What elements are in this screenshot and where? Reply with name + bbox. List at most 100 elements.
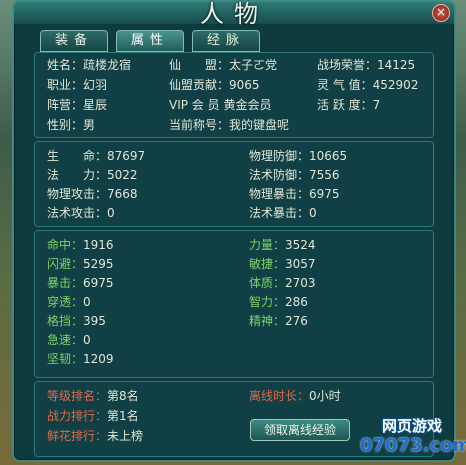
strength-value: 3524: [285, 238, 316, 252]
hp-value: 87697: [107, 149, 146, 163]
current-title-label: 当前称号：: [169, 118, 230, 132]
active-label: 活 跃 度：: [317, 98, 373, 112]
job-value: 幻羽: [83, 78, 108, 92]
agility-value: 3057: [285, 257, 316, 271]
crit-label: 暴击：: [47, 276, 84, 290]
close-button[interactable]: ×: [432, 4, 450, 22]
patk-row: 物理攻击：7668: [47, 186, 138, 202]
mcrit-value: 0: [309, 206, 317, 220]
toughness-value: 1209: [83, 352, 114, 366]
crit-row: 暴击：6975: [47, 275, 114, 291]
watermark-text-top: 网页游戏: [381, 417, 442, 435]
haste-value: 0: [83, 333, 91, 347]
dodge-label: 闪避：: [47, 257, 84, 271]
hit-value: 1916: [83, 238, 114, 252]
power-rank-value: 第1名: [107, 409, 139, 423]
tab-equipment[interactable]: 装备: [40, 30, 108, 52]
active-row: 活 跃 度：7: [317, 97, 380, 113]
pcrit-label: 物理暴击：: [249, 187, 310, 201]
penetration-label: 穿透：: [47, 295, 84, 309]
block-row: 格挡：395: [47, 313, 106, 329]
block-label: 格挡：: [47, 314, 84, 328]
name-value: 疏楼龙宿: [83, 58, 132, 72]
camp-label: 阵营：: [47, 98, 84, 112]
contrib-value: 9065: [229, 78, 260, 92]
matk-label: 法术攻击：: [47, 206, 108, 220]
mp-label: 法 力：: [47, 168, 108, 182]
clan-row: 仙 盟：太子ㄛ党: [169, 57, 277, 73]
pdef-value: 10665: [309, 149, 348, 163]
intelligence-value: 286: [285, 295, 308, 309]
pcrit-row: 物理暴击：6975: [249, 186, 340, 202]
clan-label: 仙 盟：: [169, 58, 230, 72]
honor-value: 14125: [377, 58, 416, 72]
hp-label: 生 命：: [47, 149, 108, 163]
claim-offline-exp-button[interactable]: 领取离线经验: [250, 419, 350, 441]
camp-value: 星辰: [83, 98, 108, 112]
pdef-row: 物理防御：10665: [249, 148, 347, 164]
aura-value: 452902: [372, 78, 419, 92]
patk-label: 物理攻击：: [47, 187, 108, 201]
hit-row: 命中：1916: [47, 237, 114, 253]
contrib-row: 仙盟贡献：9065: [169, 77, 260, 93]
patk-value: 7668: [107, 187, 138, 201]
dodge-row: 闪避：5295: [47, 256, 114, 272]
agility-label: 敏捷：: [249, 257, 286, 271]
current-title-value: 我的键盘呢: [229, 118, 290, 132]
base-stats-panel: 生 命：87697 物理防御：10665 法 力：5022 法术防御：7556 …: [34, 141, 434, 227]
gender-label: 性别：: [47, 118, 84, 132]
camp-row: 阵营：星辰: [47, 97, 107, 113]
vip-label: VIP 会 员: [169, 98, 220, 112]
hp-row: 生 命：87697: [47, 148, 145, 164]
offline-value: 0小时: [309, 389, 341, 403]
aura-row: 灵 气 值：452902: [317, 77, 418, 93]
mdef-value: 7556: [309, 168, 340, 182]
pcrit-value: 6975: [309, 187, 340, 201]
constitution-row: 体质：2703: [249, 275, 316, 291]
honor-row: 战场荣誉：14125: [317, 57, 415, 73]
aura-label: 灵 气 值：: [317, 78, 373, 92]
power-rank-label: 战力排行：: [47, 409, 108, 423]
pdef-label: 物理防御：: [249, 149, 310, 163]
power-rank-row: 战力排行：第1名: [47, 408, 139, 424]
job-label: 职业：: [47, 78, 84, 92]
offline-row: 离线时长：0小时: [249, 388, 341, 404]
tab-meridians[interactable]: 经脉: [192, 30, 260, 52]
toughness-label: 坚韧：: [47, 352, 84, 366]
block-value: 395: [83, 314, 106, 328]
mp-row: 法 力：5022: [47, 167, 138, 183]
tab-attributes[interactable]: 属性: [116, 30, 184, 52]
mcrit-row: 法术暴击：0: [249, 205, 317, 221]
crit-value: 6975: [83, 276, 114, 290]
penetration-row: 穿透：0: [47, 294, 91, 310]
strength-row: 力量：3524: [249, 237, 316, 253]
flower-rank-row: 鲜花排行：未上榜: [47, 428, 143, 444]
info-panel: 姓名：疏楼龙宿 仙 盟：太子ㄛ党 战场荣誉：14125 职业：幻羽 仙盟贡献：9…: [34, 52, 434, 138]
intelligence-row: 智力：286: [249, 294, 308, 310]
job-row: 职业：幻羽: [47, 77, 107, 93]
site-watermark-logo: 网页游戏 07073.com: [360, 415, 466, 463]
level-rank-label: 等级排名：: [47, 389, 108, 403]
spirit-value: 276: [285, 314, 308, 328]
penetration-value: 0: [83, 295, 91, 309]
level-rank-row: 等级排名：第8名: [47, 388, 139, 404]
name-label: 姓名：: [47, 58, 84, 72]
mp-value: 5022: [107, 168, 138, 182]
dodge-value: 5295: [83, 257, 114, 271]
active-value: 7: [372, 98, 381, 112]
clan-value: 太子ㄛ党: [229, 58, 278, 72]
current-title-row: 当前称号：我的键盘呢: [169, 117, 289, 133]
constitution-label: 体质：: [249, 276, 286, 290]
strength-label: 力量：: [249, 238, 286, 252]
vip-row: VIP 会 员 黄金会员: [169, 97, 271, 113]
toughness-row: 坚韧：1209: [47, 351, 114, 367]
mdef-row: 法术防御：7556: [249, 167, 340, 183]
mdef-label: 法术防御：: [249, 168, 310, 182]
name-row: 姓名：疏楼龙宿: [47, 57, 131, 73]
mcrit-label: 法术暴击：: [249, 206, 310, 220]
gender-value: 男: [83, 118, 96, 132]
matk-value: 0: [107, 206, 115, 220]
haste-row: 急速：0: [47, 332, 91, 348]
intelligence-label: 智力：: [249, 295, 286, 309]
haste-label: 急速：: [47, 333, 84, 347]
